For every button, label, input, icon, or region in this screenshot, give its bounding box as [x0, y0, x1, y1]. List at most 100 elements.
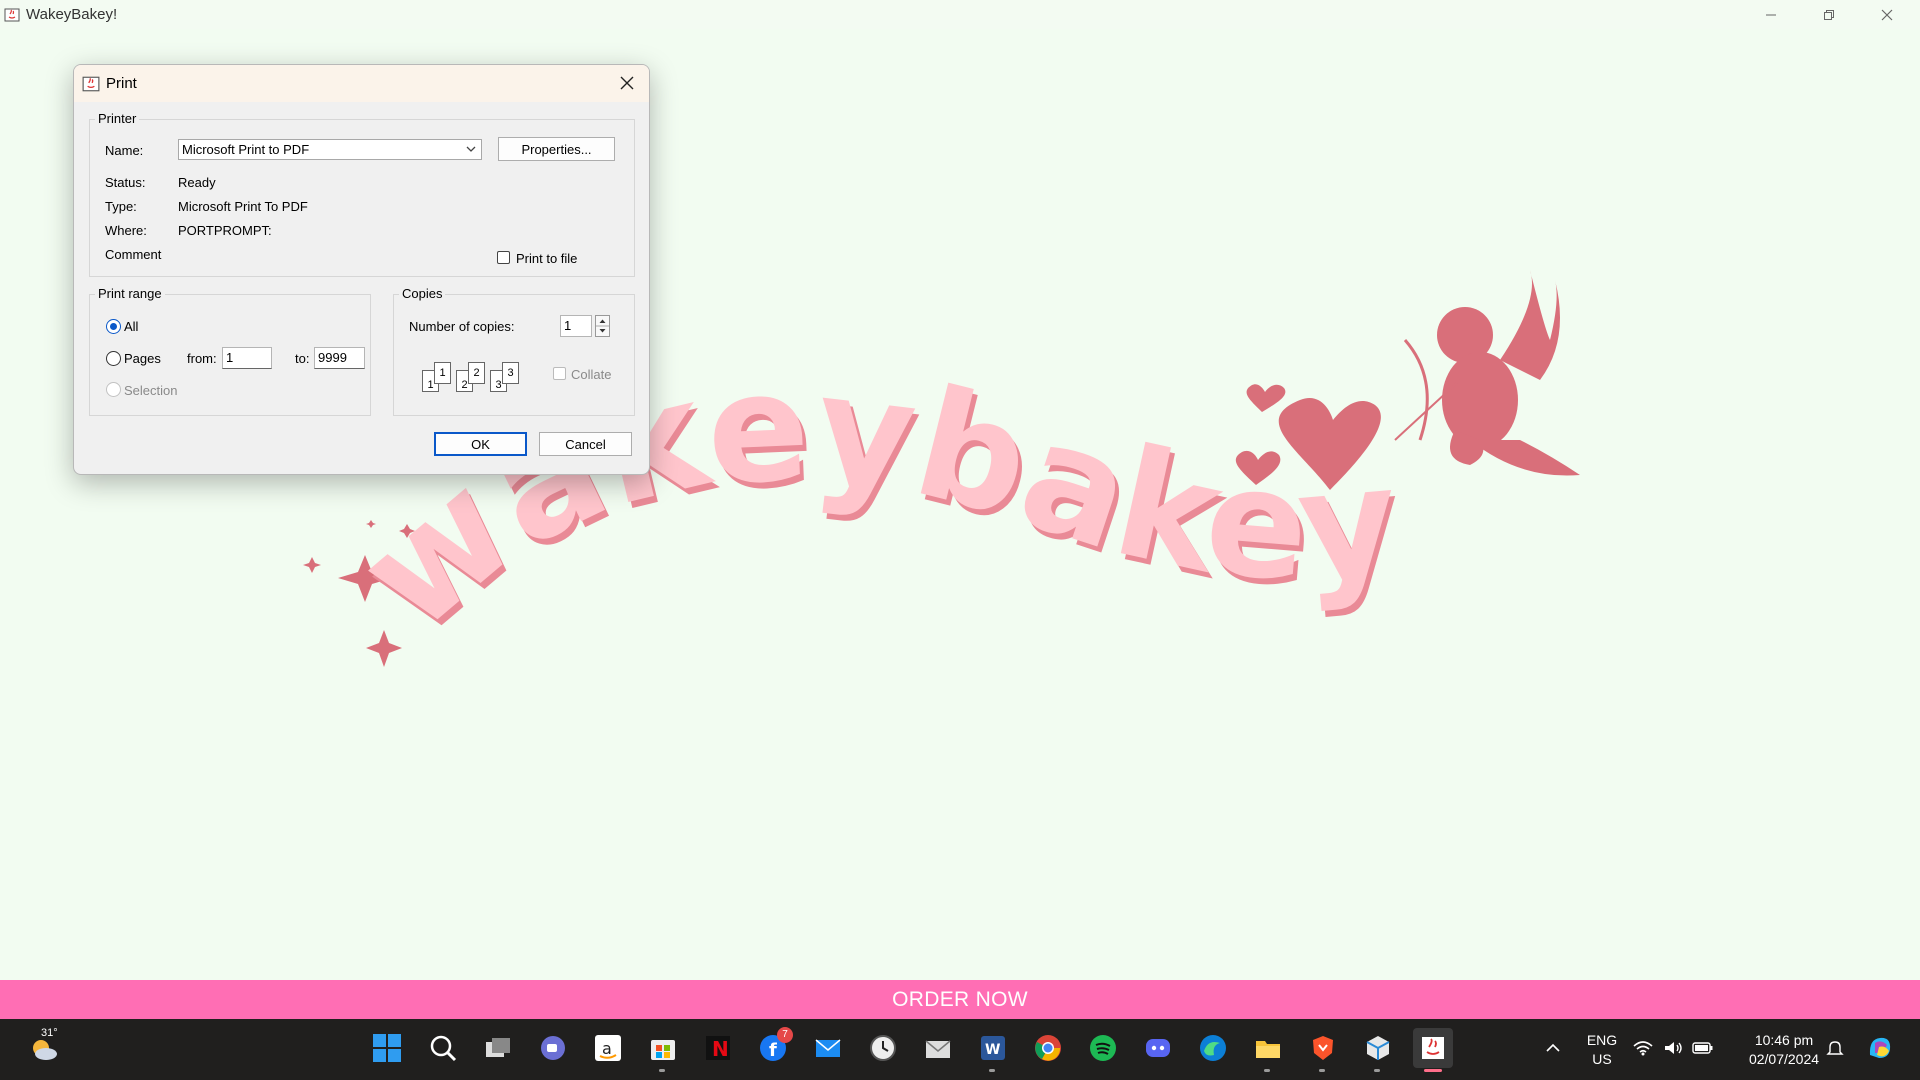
java-icon: [1422, 1037, 1444, 1059]
close-icon: [1881, 9, 1893, 20]
edge-button[interactable]: [1193, 1028, 1233, 1068]
chevron-down-icon: [466, 146, 476, 152]
where-value: PORTPROMPT:: [178, 223, 272, 238]
wifi-button[interactable]: [1628, 1028, 1658, 1068]
amazon-button[interactable]: a: [588, 1028, 628, 1068]
cancel-button[interactable]: Cancel: [539, 432, 632, 456]
printer-group-label: Printer: [95, 111, 140, 126]
clock-icon: [870, 1035, 896, 1061]
to-label: to:: [295, 351, 310, 366]
copies-input[interactable]: 1: [560, 315, 592, 337]
amazon-icon: a: [595, 1035, 621, 1061]
store-button[interactable]: [643, 1028, 683, 1072]
comment-label: Comment: [105, 247, 162, 262]
svg-text:N: N: [712, 1037, 729, 1061]
word-button[interactable]: W: [973, 1028, 1013, 1072]
teams-icon: [541, 1036, 565, 1060]
package-icon: [1366, 1036, 1390, 1060]
close-window-button[interactable]: [1858, 0, 1916, 29]
java-app-icon: [4, 8, 20, 21]
svg-text:W: W: [985, 1042, 1000, 1058]
teams-button[interactable]: [533, 1028, 573, 1068]
collate-checkbox[interactable]: [553, 367, 566, 380]
facebook-button[interactable]: f 7: [753, 1027, 793, 1068]
language-indicator[interactable]: ENG US: [1580, 1031, 1624, 1069]
order-now-button[interactable]: ORDER NOW: [0, 980, 1920, 1019]
mail-icon: [815, 1039, 841, 1057]
battery-button[interactable]: [1688, 1028, 1718, 1068]
copilot-icon: [1869, 1037, 1891, 1058]
restore-icon: [1824, 9, 1834, 20]
spotify-button[interactable]: [1083, 1028, 1123, 1068]
brave-button[interactable]: [1303, 1028, 1343, 1072]
clock-app-button[interactable]: [863, 1028, 903, 1068]
print-range-group-label: Print range: [95, 286, 165, 301]
ok-button[interactable]: OK: [434, 432, 527, 456]
svg-text:a: a: [602, 1039, 612, 1058]
search-icon: [430, 1035, 457, 1062]
running-indicator: [1374, 1069, 1380, 1072]
word-icon: W: [981, 1036, 1005, 1060]
type-label: Type:: [105, 199, 137, 214]
battery-icon: [1692, 1042, 1713, 1054]
running-indicator: [989, 1069, 995, 1072]
running-indicator: [1264, 1069, 1270, 1072]
spinner-arrows-icon: [596, 319, 609, 333]
copies-group-label: Copies: [399, 286, 446, 301]
notification-button[interactable]: [1820, 1028, 1850, 1068]
dialog-close-button[interactable]: [615, 71, 639, 95]
app-title: WakeyBakey!: [26, 6, 118, 23]
show-hidden-icons-button[interactable]: [1533, 1028, 1573, 1068]
netflix-button[interactable]: N: [698, 1028, 738, 1068]
minimize-button[interactable]: [1742, 0, 1800, 29]
file-explorer-button[interactable]: [1248, 1028, 1288, 1072]
all-radio[interactable]: [106, 319, 121, 334]
package-button[interactable]: [1358, 1028, 1398, 1072]
task-view-button[interactable]: [478, 1028, 518, 1068]
volume-icon: [1665, 1042, 1682, 1054]
start-button[interactable]: [367, 1028, 407, 1068]
chrome-button[interactable]: [1028, 1028, 1068, 1068]
discord-button[interactable]: [1138, 1028, 1178, 1068]
type-value: Microsoft Print To PDF: [178, 199, 308, 214]
start-icon: [373, 1034, 401, 1062]
pages-radio[interactable]: [106, 351, 121, 366]
dialog-title: Print: [106, 75, 137, 92]
file-explorer-icon: [1256, 1041, 1280, 1058]
chrome-icon: [1035, 1035, 1061, 1061]
where-label: Where:: [105, 223, 147, 238]
status-label: Status:: [105, 175, 146, 190]
edge-icon: [1200, 1035, 1226, 1061]
active-indicator: [1424, 1069, 1442, 1072]
properties-button[interactable]: Properties...: [498, 137, 615, 161]
dialog-titlebar: Print: [74, 65, 649, 102]
volume-button[interactable]: [1658, 1028, 1688, 1068]
java-dialog-icon: [82, 76, 100, 91]
java-taskbar-button[interactable]: [1413, 1028, 1453, 1072]
discord-icon: [1146, 1039, 1170, 1057]
netflix-icon: N: [706, 1036, 730, 1061]
language-code: ENG: [1586, 1032, 1618, 1048]
from-input[interactable]: 1: [222, 347, 272, 369]
to-input[interactable]: 9999: [314, 347, 365, 369]
taskbar: 31° a N f 7 W ENG US 10:46 pm 02/07/2024: [0, 1019, 1920, 1080]
region-code: US: [1592, 1051, 1612, 1067]
search-button[interactable]: [423, 1028, 463, 1068]
app-titlebar: WakeyBakey!: [0, 0, 1920, 29]
minimize-icon: [1766, 14, 1776, 15]
all-label: All: [124, 319, 139, 334]
copilot-button[interactable]: [1860, 1028, 1900, 1068]
copies-group: [393, 294, 635, 416]
selection-radio[interactable]: [106, 382, 121, 397]
mail-button[interactable]: [808, 1028, 848, 1068]
task-view-icon: [486, 1038, 510, 1057]
restore-button[interactable]: [1800, 0, 1858, 29]
copies-spinner[interactable]: [595, 315, 610, 337]
brave-icon: [1313, 1036, 1333, 1060]
name-label: Name:: [105, 143, 144, 158]
weather-widget[interactable]: 31°: [24, 1027, 64, 1068]
print-to-file-checkbox[interactable]: [497, 251, 510, 264]
printer-name-select[interactable]: Microsoft Print to PDF: [178, 139, 482, 160]
wifi-icon: [1633, 1041, 1653, 1056]
email-button[interactable]: [918, 1028, 958, 1068]
